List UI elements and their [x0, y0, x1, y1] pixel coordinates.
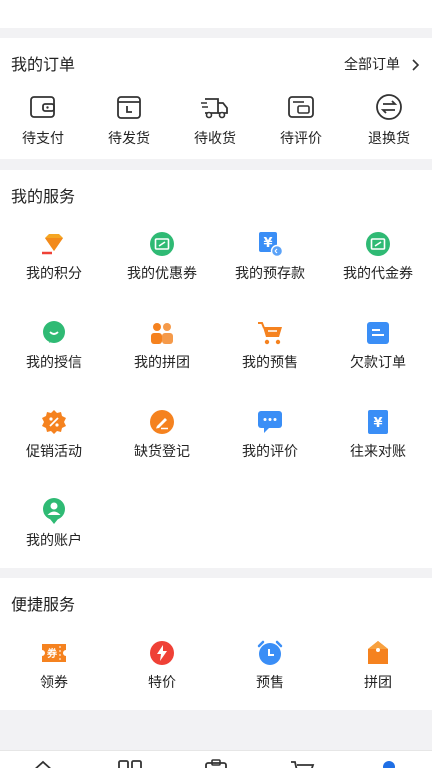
service-deposit[interactable]: ¥ 我的预存款	[216, 229, 324, 283]
service-promotions[interactable]: 促销活动	[0, 407, 108, 461]
pencil-icon	[147, 407, 177, 437]
service-label: 促销活动	[26, 444, 82, 460]
services-card: 我的服务 我的积分 我的优惠券 ¥ 我的预存款 我的代金券 我的授信 我的拼团 …	[0, 170, 432, 568]
service-label: 我的预售	[242, 355, 298, 371]
service-debt-orders[interactable]: 欠款订单	[324, 318, 432, 372]
quick-coupon[interactable]: 券 领券	[0, 638, 108, 692]
service-credit[interactable]: 我的授信	[0, 318, 108, 372]
service-label: 我的代金券	[343, 266, 413, 282]
quick-service-label: 预售	[256, 675, 284, 691]
order-item-label: 待收货	[194, 131, 236, 147]
service-label: 我的账户	[26, 533, 82, 549]
order-pending-receipt[interactable]: 待收货	[172, 92, 258, 148]
all-orders-label: 全部订单	[344, 57, 400, 73]
convenience-card: 便捷服务 券 领券 特价 预售 拼团	[0, 578, 432, 710]
review-bubble-icon	[255, 407, 285, 437]
svg-text:¥: ¥	[373, 416, 382, 431]
service-label: 我的授信	[26, 355, 82, 371]
services-title: 我的服务	[11, 187, 76, 206]
service-points[interactable]: 我的积分	[0, 229, 108, 283]
coupon-icon	[147, 229, 177, 259]
ticket-badge-text: 券	[46, 647, 58, 660]
service-label: 往来对账	[350, 444, 406, 460]
order-item-label: 退换货	[368, 131, 410, 147]
order-item-label: 待评价	[280, 131, 322, 147]
quick-service-label: 领券	[40, 675, 68, 691]
exchange-icon	[374, 92, 404, 122]
comment-card-icon	[286, 92, 316, 122]
orders-tab-icon[interactable]	[203, 759, 229, 768]
service-label: 我的拼团	[134, 355, 190, 371]
debt-card-icon	[363, 318, 393, 348]
chevron-right-icon	[412, 59, 420, 71]
alarm-clock-icon	[255, 638, 285, 668]
service-reviews[interactable]: 我的评价	[216, 407, 324, 461]
convenience-title: 便捷服务	[11, 595, 76, 614]
bottom-tab-bar	[0, 750, 432, 768]
home-icon[interactable]	[30, 759, 56, 768]
service-label: 我的评价	[242, 444, 298, 460]
order-return-exchange[interactable]: 退换货	[346, 92, 432, 148]
cart-icon	[255, 318, 285, 348]
group-icon	[147, 318, 177, 348]
ticket-icon: 券	[39, 638, 69, 668]
truck-icon	[200, 92, 230, 122]
quick-service-label: 拼团	[364, 675, 392, 691]
svg-text:¥: ¥	[263, 236, 272, 251]
profile-tab-icon[interactable]	[376, 759, 402, 768]
category-icon[interactable]	[117, 759, 143, 768]
voucher-icon	[363, 229, 393, 259]
order-pending-review[interactable]: 待评价	[258, 92, 344, 148]
service-coupons[interactable]: 我的优惠券	[108, 229, 216, 283]
service-reconciliation[interactable]: ¥ 往来对账	[324, 407, 432, 461]
service-out-of-stock[interactable]: 缺货登记	[108, 407, 216, 461]
yuan-doc-icon: ¥	[363, 407, 393, 437]
order-item-label: 待发货	[108, 131, 150, 147]
deposit-icon: ¥	[255, 229, 285, 259]
lightning-icon	[147, 638, 177, 668]
service-label: 我的预存款	[235, 266, 305, 282]
service-label: 我的积分	[26, 266, 82, 282]
box-clock-icon	[114, 92, 144, 122]
service-group-buy[interactable]: 我的拼团	[108, 318, 216, 372]
promo-badge-icon	[39, 407, 69, 437]
diamond-icon	[39, 229, 69, 259]
order-item-label: 待支付	[22, 131, 64, 147]
orders-title: 我的订单	[11, 55, 76, 74]
orders-card: 我的订单 全部订单 待支付 待发货 待收货 待评价 退换货	[0, 38, 432, 159]
wallet-icon	[28, 92, 58, 122]
order-pending-payment[interactable]: 待支付	[0, 92, 86, 148]
cart-tab-icon[interactable]	[289, 759, 315, 768]
service-presale[interactable]: 我的预售	[216, 318, 324, 372]
order-pending-shipment[interactable]: 待发货	[86, 92, 172, 148]
service-account[interactable]: 我的账户	[0, 496, 108, 550]
top-band	[0, 0, 432, 28]
all-orders-link[interactable]: 全部订单	[344, 55, 424, 75]
service-label: 我的优惠券	[127, 266, 197, 282]
credit-chat-icon	[39, 318, 69, 348]
quick-service-label: 特价	[148, 675, 176, 691]
quick-group-buy[interactable]: 拼团	[324, 638, 432, 692]
quick-presale[interactable]: 预售	[216, 638, 324, 692]
service-label: 缺货登记	[134, 444, 190, 460]
service-label: 欠款订单	[350, 355, 406, 371]
quick-special-price[interactable]: 特价	[108, 638, 216, 692]
account-icon	[39, 496, 69, 526]
service-vouchers[interactable]: 我的代金券	[324, 229, 432, 283]
tag-icon	[363, 638, 393, 668]
